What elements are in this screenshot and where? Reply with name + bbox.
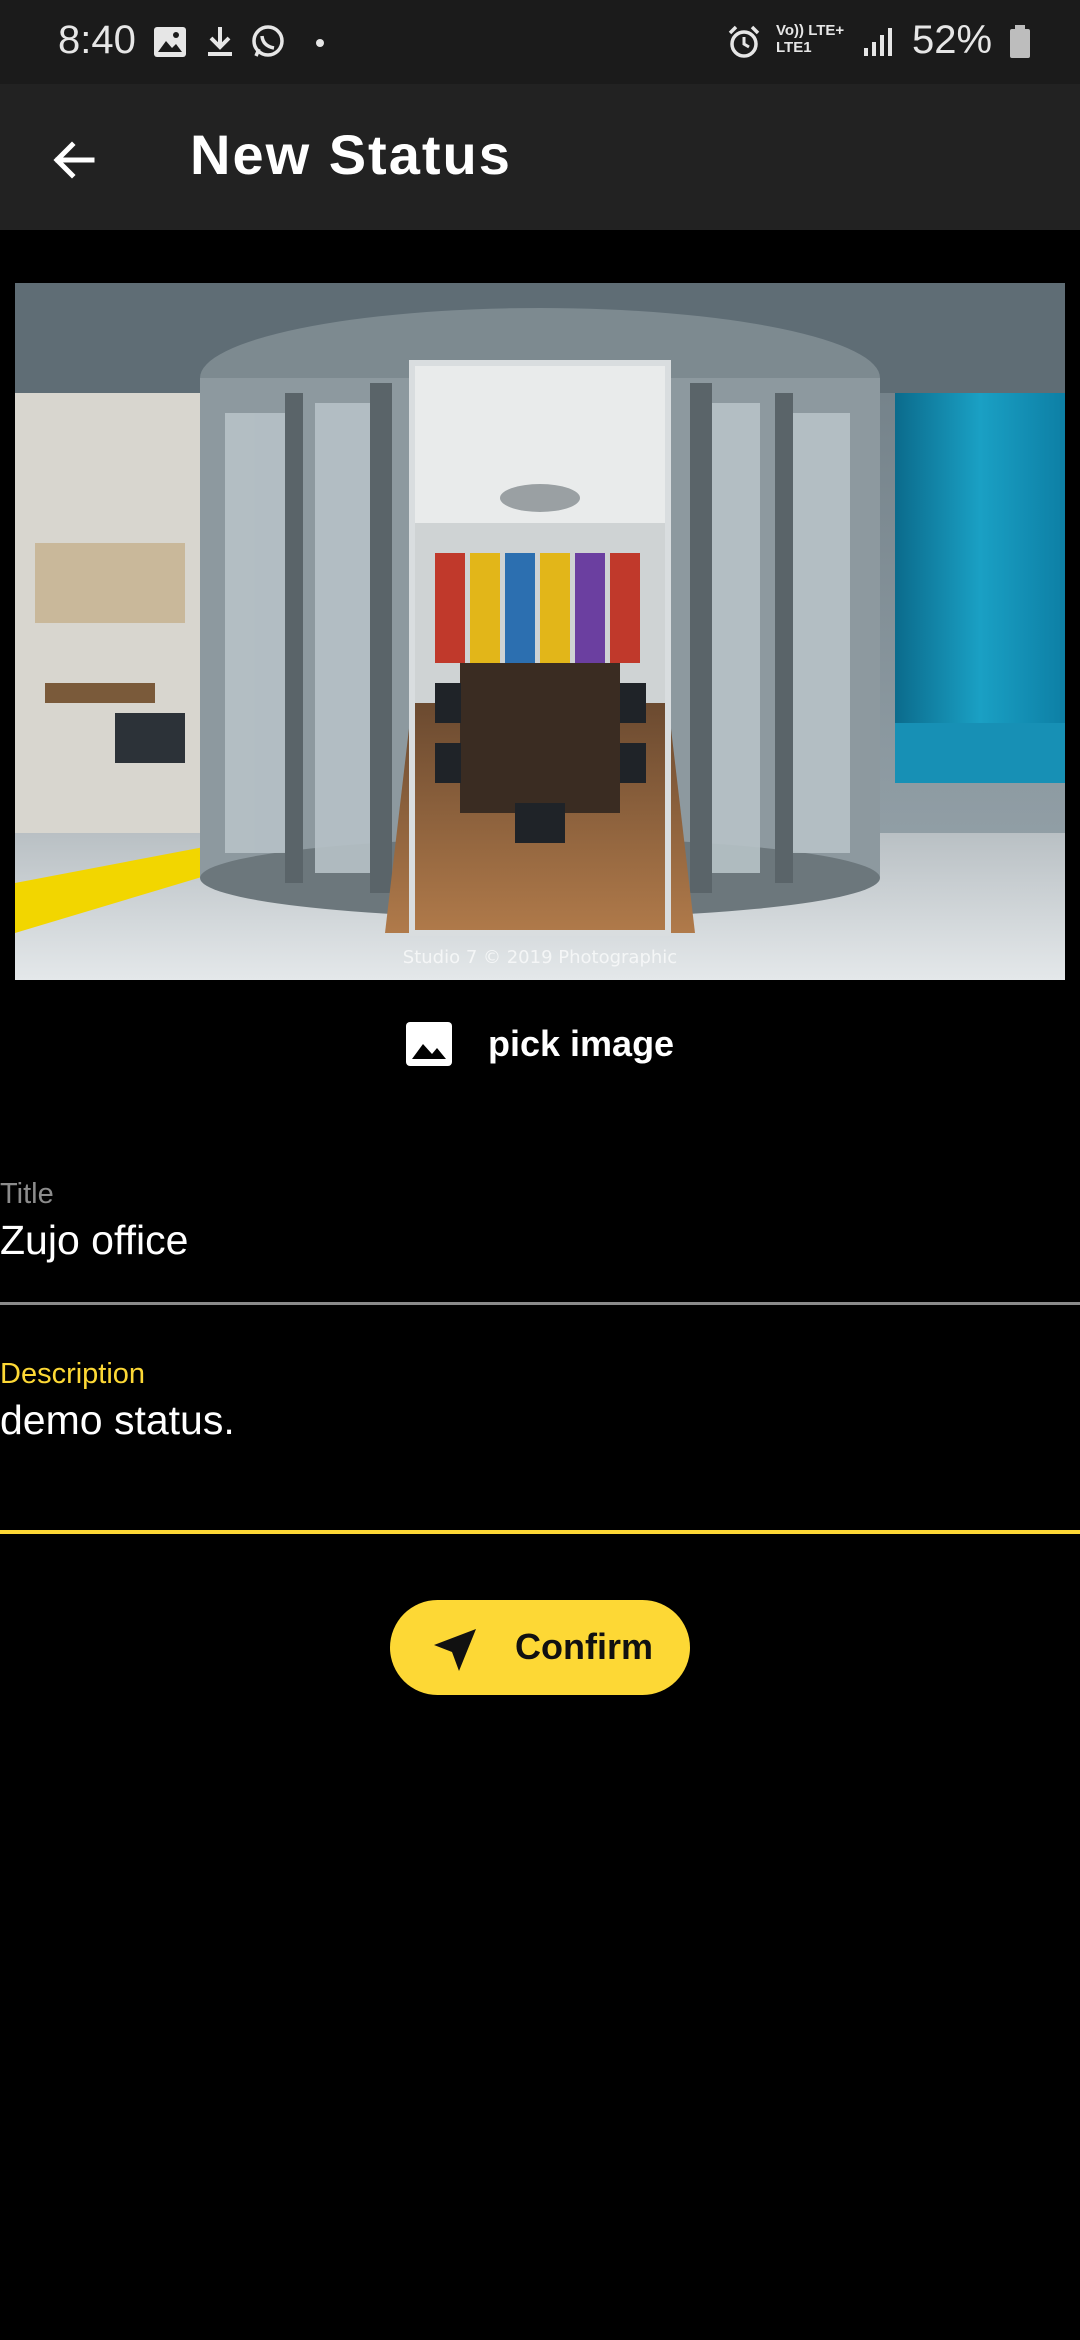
title-field-value[interactable]: Zujo office bbox=[0, 1217, 1080, 1264]
description-field-value[interactable]: demo status. bbox=[0, 1397, 1080, 1444]
description-field[interactable]: Description demo status. bbox=[0, 1358, 1080, 1534]
alarm-icon bbox=[728, 25, 760, 58]
description-field-label: Description bbox=[0, 1358, 146, 1390]
send-arrow-icon bbox=[434, 1629, 476, 1671]
pick-image-label: pick image bbox=[488, 1023, 675, 1064]
signal-icon bbox=[864, 28, 892, 56]
pick-image-button[interactable]: pick image bbox=[404, 1010, 674, 1078]
page-title: New Status bbox=[190, 123, 512, 186]
gallery-icon bbox=[154, 27, 186, 57]
dot-icon bbox=[316, 39, 324, 47]
image-icon bbox=[406, 1022, 452, 1066]
status-bar: 8:40 Vo)) LTE+ LTE1 52% bbox=[0, 0, 1080, 84]
title-field[interactable]: Title Zujo office bbox=[0, 1178, 1080, 1305]
new-status-screen: 8:40 Vo)) LTE+ LTE1 52% New Status Studi… bbox=[0, 0, 1080, 2340]
battery-percent: 52% bbox=[912, 18, 993, 62]
download-icon bbox=[208, 27, 232, 56]
back-button[interactable] bbox=[38, 124, 110, 196]
confirm-label: Confirm bbox=[515, 1626, 653, 1667]
confirm-button[interactable]: Confirm bbox=[390, 1600, 690, 1695]
whatsapp-icon bbox=[252, 25, 284, 57]
status-time: 8:40 bbox=[58, 18, 136, 62]
title-field-label: Title bbox=[0, 1178, 54, 1210]
image-watermark: Studio 7 © 2019 Photographic bbox=[403, 947, 677, 968]
app-bar: New Status bbox=[0, 84, 1080, 230]
battery-icon bbox=[1010, 25, 1030, 58]
status-image-preview: Studio 7 © 2019 Photographic bbox=[15, 283, 1065, 980]
network-indicator: Vo)) LTE+ LTE1 bbox=[776, 22, 845, 56]
arrow-left-icon bbox=[53, 141, 95, 179]
